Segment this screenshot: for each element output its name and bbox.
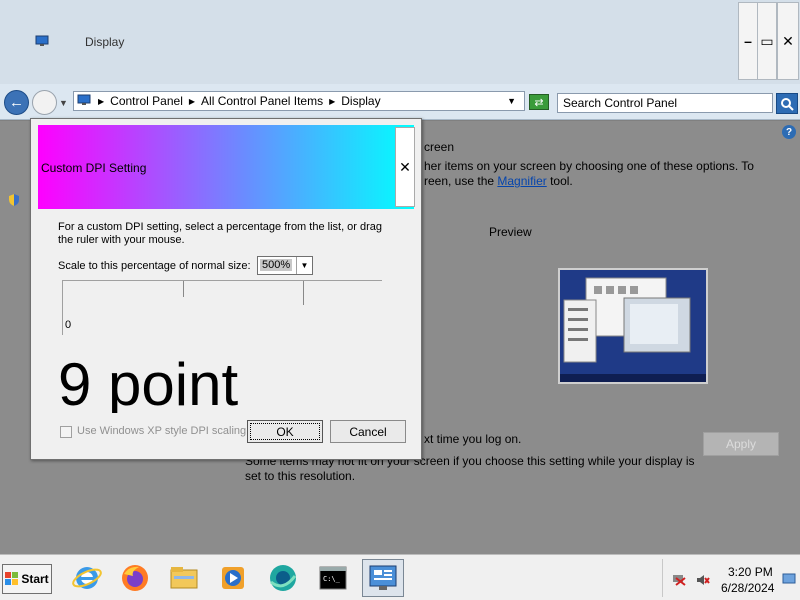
taskbar-app-file-explorer[interactable] (163, 559, 205, 597)
maximize-button[interactable]: ▭ (757, 2, 777, 80)
windows-logo-icon (5, 572, 19, 585)
recent-pages-dropdown-icon[interactable]: ▼ (59, 98, 68, 108)
chevron-right-icon[interactable]: ▶ (189, 97, 195, 108)
dialog-title-bar: Custom DPI Setting ✕ (38, 125, 415, 209)
taskbar: Start C:\_ 3:20 PM 6/28/2024 (0, 554, 800, 600)
taskbar-app-firefox[interactable] (114, 559, 156, 597)
address-dropdown-icon[interactable]: ▼ (507, 96, 516, 106)
svg-text:C:\_: C:\_ (323, 575, 341, 583)
address-bar[interactable]: ▶ Control Panel ▶ All Control Panel Item… (73, 91, 525, 111)
search-icon (781, 97, 794, 111)
close-button[interactable]: ✕ (777, 2, 799, 80)
refresh-button[interactable]: ⇄ (529, 94, 549, 110)
chevron-down-icon[interactable]: ▼ (296, 257, 312, 274)
scale-percentage-select[interactable]: 500% ▼ (257, 256, 313, 275)
window-title-bar: Display – ▭ ✕ (0, 0, 800, 84)
preview-label: Preview (489, 225, 532, 239)
uac-shield-icon (9, 194, 19, 206)
start-button[interactable]: Start (2, 564, 52, 594)
help-icon[interactable]: ? (782, 125, 796, 139)
taskbar-app-control-panel[interactable] (362, 559, 404, 597)
breadcrumb: ▶ Control Panel ▶ All Control Panel Item… (98, 94, 381, 108)
ruler-tick (183, 281, 184, 297)
control-panel-icon (369, 565, 397, 590)
chevron-right-icon[interactable]: ▶ (98, 97, 104, 108)
breadcrumb-control-panel[interactable]: Control Panel (110, 94, 183, 108)
breadcrumb-display[interactable]: Display (341, 94, 380, 108)
window-title: Display (85, 35, 125, 49)
show-desktop-icon[interactable] (782, 573, 796, 585)
start-label: Start (21, 572, 49, 586)
file-explorer-icon (170, 567, 198, 589)
network-disconnected-icon[interactable] (672, 574, 686, 586)
page-description: her items on your screen by choosing one… (424, 159, 774, 189)
taskbar-app-browser[interactable] (262, 559, 304, 597)
preview-image (558, 268, 708, 384)
command-prompt-icon: C:\_ (319, 566, 347, 590)
search-input[interactable]: Search Control Panel (557, 93, 773, 113)
dialog-instructions: For a custom DPI setting, select a perce… (58, 221, 383, 246)
display-icon (35, 35, 49, 46)
control-panel-icon (77, 94, 91, 105)
ruler-zero-label: 0 (65, 319, 72, 331)
back-button[interactable]: ← (4, 90, 29, 115)
description-text: reen, use the (424, 174, 498, 188)
page-heading: creen (424, 140, 455, 154)
description-line: her items on your screen by choosing one… (424, 159, 754, 173)
search-button[interactable] (776, 93, 798, 114)
system-tray: 3:20 PM 6/28/2024 (662, 559, 799, 597)
navigation-bar: ← ▼ ▶ Control Panel ▶ All Control Panel … (0, 84, 800, 120)
breadcrumb-all-items[interactable]: All Control Panel Items (201, 94, 323, 108)
taskbar-app-command-prompt[interactable]: C:\_ (312, 559, 354, 597)
dpi-ruler[interactable]: 0 (62, 280, 382, 335)
taskbar-app-media-player[interactable] (212, 559, 254, 597)
minimize-button[interactable]: – (738, 2, 758, 80)
browser-icon (270, 565, 297, 591)
volume-muted-icon[interactable] (696, 574, 710, 586)
scale-label: Scale to this percentage of normal size: (58, 260, 251, 272)
media-player-icon (222, 567, 244, 589)
custom-dpi-dialog: Custom DPI Setting ✕ For a custom DPI se… (30, 118, 422, 460)
font-size-sample: 9 point (58, 355, 239, 413)
magnifier-link[interactable]: Magnifier (497, 174, 546, 188)
clock-time[interactable]: 3:20 PM (728, 565, 773, 579)
dialog-close-button[interactable]: ✕ (395, 127, 415, 207)
ok-button[interactable]: OK (247, 420, 323, 443)
scale-selected-value: 500% (260, 259, 293, 271)
logon-notice: xt time you log on. (424, 432, 522, 446)
apply-button[interactable]: Apply (703, 432, 779, 456)
taskbar-app-internet-explorer[interactable] (66, 559, 108, 597)
cancel-button[interactable]: Cancel (330, 420, 406, 443)
internet-explorer-icon (72, 567, 102, 589)
firefox-icon (122, 565, 148, 591)
ruler-tick (303, 281, 304, 305)
xp-dpi-scaling-label: Use Windows XP style DPI scaling (77, 425, 247, 437)
clock-date[interactable]: 6/28/2024 (721, 581, 774, 595)
forward-button[interactable] (32, 90, 57, 115)
chevron-right-icon[interactable]: ▶ (329, 97, 335, 108)
description-line: reen, use the Magnifier tool. (424, 174, 774, 189)
xp-dpi-scaling-checkbox[interactable] (60, 426, 72, 438)
description-text: tool. (546, 174, 573, 188)
dialog-title: Custom DPI Setting (41, 161, 147, 175)
